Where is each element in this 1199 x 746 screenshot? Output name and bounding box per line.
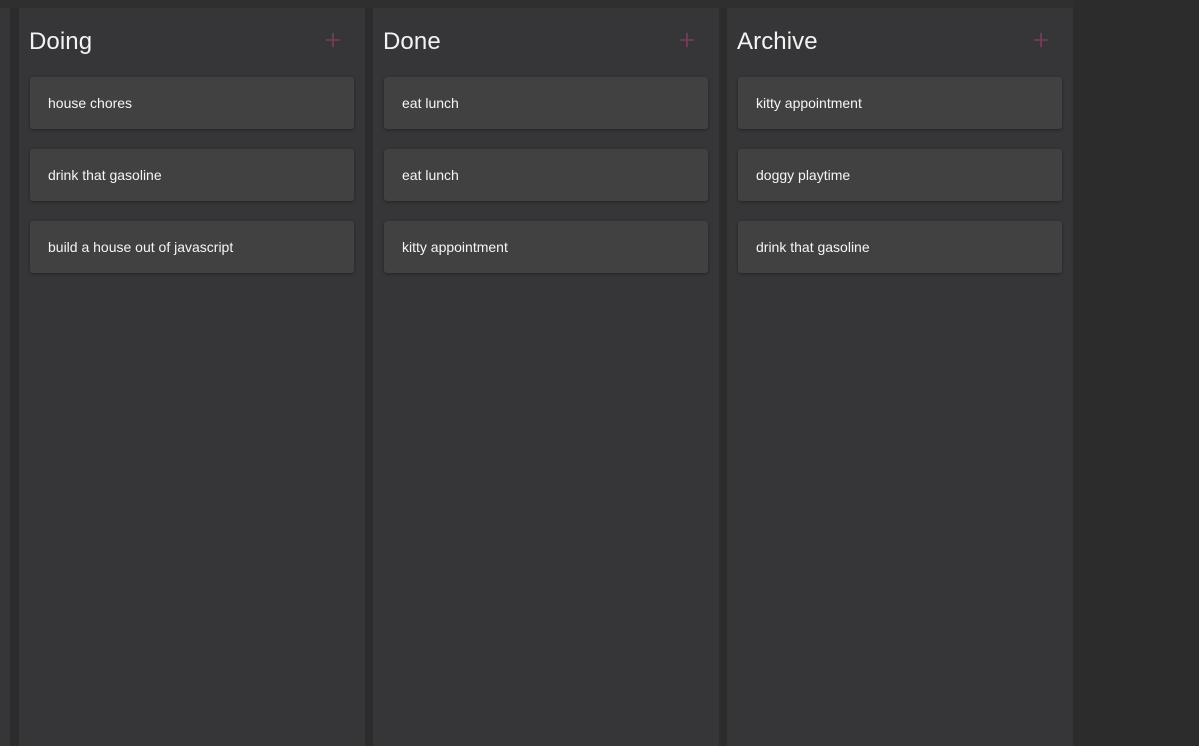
task-card[interactable]: house chores: [30, 77, 354, 129]
column-title: Done: [383, 28, 441, 55]
column-doing: Doing house chores drink that gasoline b…: [19, 8, 365, 746]
add-card-button[interactable]: [319, 26, 347, 54]
kanban-board: Doing house chores drink that gasoline b…: [0, 0, 1199, 746]
task-card[interactable]: kitty appointment: [384, 221, 708, 273]
task-card-label: kitty appointment: [402, 239, 508, 255]
task-card[interactable]: drink that gasoline: [30, 149, 354, 201]
task-card[interactable]: kitty appointment: [738, 77, 1062, 129]
column-header: Doing: [19, 8, 365, 74]
task-card-label: eat lunch: [402, 95, 459, 111]
plus-icon: [326, 33, 340, 47]
plus-icon: [1034, 33, 1048, 47]
previous-column-edge[interactable]: [0, 8, 10, 746]
column-title: Doing: [29, 28, 93, 55]
task-card[interactable]: doggy playtime: [738, 149, 1062, 201]
task-card[interactable]: eat lunch: [384, 149, 708, 201]
task-card-label: eat lunch: [402, 167, 459, 183]
task-card-label: build a house out of javascript: [48, 239, 234, 255]
column-done: Done eat lunch eat lunch kitty appointme…: [373, 8, 719, 746]
task-card-label: kitty appointment: [756, 95, 862, 111]
task-card[interactable]: build a house out of javascript: [30, 221, 354, 273]
task-card-label: drink that gasoline: [756, 239, 870, 255]
task-card-label: house chores: [48, 95, 133, 111]
top-strip: [0, 0, 1074, 8]
task-card[interactable]: drink that gasoline: [738, 221, 1062, 273]
task-card-label: doggy playtime: [756, 167, 851, 183]
column-archive: Archive kitty appointment doggy playtime…: [727, 8, 1073, 746]
column-header: Done: [373, 8, 719, 74]
task-card[interactable]: eat lunch: [384, 77, 708, 129]
column-title: Archive: [737, 28, 818, 55]
add-card-button[interactable]: [1027, 26, 1055, 54]
column-header: Archive: [727, 8, 1073, 74]
plus-icon: [680, 33, 694, 47]
task-card-label: drink that gasoline: [48, 167, 162, 183]
add-card-button[interactable]: [673, 26, 701, 54]
